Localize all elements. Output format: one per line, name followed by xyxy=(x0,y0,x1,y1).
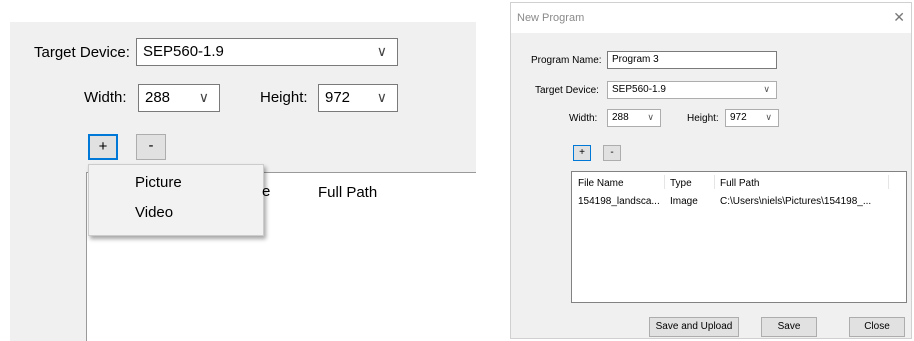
zoom-partial-header: e xyxy=(262,183,271,200)
height-select[interactable]: 972 ∨ xyxy=(725,109,779,127)
file-list-table[interactable]: File Name Type Full Path 154198_landsca.… xyxy=(571,171,907,303)
program-name-value: Program 3 xyxy=(612,54,659,65)
width-label: Width: xyxy=(569,113,598,124)
height-value: 972 xyxy=(730,112,747,123)
column-divider xyxy=(714,175,715,189)
column-divider xyxy=(664,175,665,189)
zoom-height-select[interactable]: 972 ∨ xyxy=(318,84,398,112)
width-value: 288 xyxy=(612,112,629,123)
cell-file-name[interactable]: 154198_landsca... xyxy=(578,196,660,207)
chevron-down-icon: ∨ xyxy=(765,112,772,122)
title-bar[interactable]: New Program ✕ xyxy=(511,3,911,33)
program-name-input[interactable]: Program 3 xyxy=(607,51,777,69)
zoom-height-value: 972 xyxy=(325,89,351,106)
target-device-select[interactable]: SEP560-1.9 ∨ xyxy=(607,81,777,99)
column-header-full-path[interactable]: Full Path xyxy=(720,178,759,189)
program-name-label: Program Name: xyxy=(531,55,602,66)
menu-item-video[interactable]: Video xyxy=(135,204,173,221)
zoom-left-strip xyxy=(10,172,86,341)
dialog-title: New Program xyxy=(517,12,585,24)
zoom-width-label: Width: xyxy=(84,89,127,106)
chevron-down-icon: ∨ xyxy=(763,84,770,94)
column-divider xyxy=(888,175,889,189)
zoom-width-select[interactable]: 288 ∨ xyxy=(138,84,220,112)
width-select[interactable]: 288 ∨ xyxy=(607,109,661,127)
remove-button[interactable]: - xyxy=(603,145,621,161)
cell-full-path[interactable]: C:\Users\niels\Pictures\154198_... xyxy=(720,196,871,207)
zoom-add-button[interactable]: + xyxy=(88,134,118,160)
chevron-down-icon: ∨ xyxy=(647,112,654,122)
new-program-dialog: New Program ✕ Program Name: Program 3 Ta… xyxy=(510,2,912,339)
zoom-target-device-select[interactable]: SEP560-1.9 ∨ xyxy=(136,38,398,66)
save-and-upload-button[interactable]: Save and Upload xyxy=(649,317,739,337)
save-button[interactable]: Save xyxy=(761,317,817,337)
zoom-width-value: 288 xyxy=(145,89,171,106)
zoom-target-device-value: SEP560-1.9 xyxy=(143,43,224,60)
zoom-full-path-header[interactable]: Full Path xyxy=(318,184,377,201)
zoom-remove-button[interactable]: - xyxy=(136,134,166,160)
column-header-file-name[interactable]: File Name xyxy=(578,178,624,189)
target-device-label: Target Device: xyxy=(535,85,599,96)
zoomed-detail-view: Full Path Target Device: SEP560-1.9 ∨ Wi… xyxy=(0,0,476,341)
column-header-type[interactable]: Type xyxy=(670,178,692,189)
chevron-down-icon: ∨ xyxy=(376,89,387,105)
close-icon[interactable]: ✕ xyxy=(893,9,905,26)
add-button[interactable]: + xyxy=(573,145,591,161)
menu-item-picture[interactable]: Picture xyxy=(135,174,182,191)
cell-type[interactable]: Image xyxy=(670,196,698,207)
zoom-target-device-label: Target Device: xyxy=(34,44,130,61)
zoom-height-label: Height: xyxy=(260,89,308,106)
chevron-down-icon: ∨ xyxy=(376,43,387,59)
close-button[interactable]: Close xyxy=(849,317,905,337)
target-device-value: SEP560-1.9 xyxy=(612,84,666,95)
add-context-menu: Picture Video xyxy=(88,164,264,236)
chevron-down-icon: ∨ xyxy=(198,89,209,105)
height-label: Height: xyxy=(687,113,719,124)
